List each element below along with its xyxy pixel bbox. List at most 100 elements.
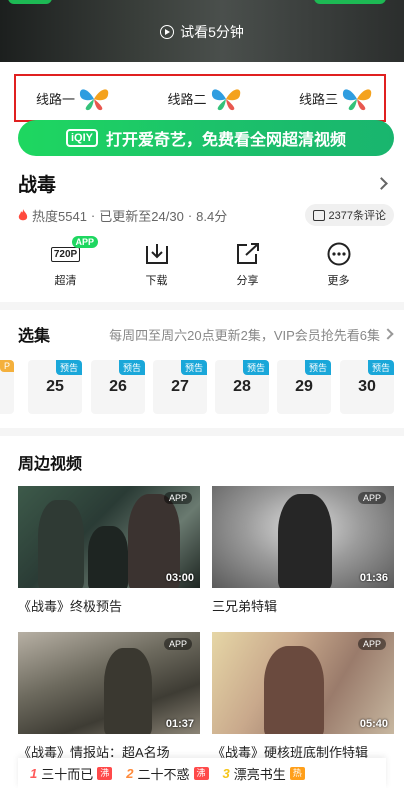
show-title: 战毒	[18, 175, 57, 196]
thumbnail-figure	[88, 526, 128, 588]
hot-label: 二十不惑	[137, 766, 190, 782]
heat-value: 热度5541	[32, 208, 87, 224]
hot-rank: 3	[222, 765, 230, 781]
episode-item[interactable]: 预告 25	[28, 360, 82, 414]
hot-rank: 2	[126, 765, 134, 781]
update-status: 已更新至24/30	[99, 208, 184, 224]
show-meta: 热度5541 · 已更新至24/30 · 8.4分 2377条评论	[18, 204, 394, 226]
episode-badge: 预告	[304, 360, 331, 375]
open-app-button[interactable]	[314, 0, 386, 4]
action-label: 下载	[145, 275, 168, 287]
episode-number: 30	[358, 378, 376, 395]
butterfly-icon	[342, 89, 372, 111]
app-badge: APP	[357, 492, 386, 504]
video-thumbnail: APP 01:36	[212, 486, 394, 588]
meta-separator: ·	[187, 207, 193, 223]
episode-badge: 预告	[118, 360, 145, 375]
episodes-note-text: 每周四至周六20点更新2集，VIP会员抢先看6集	[109, 327, 380, 343]
video-card[interactable]: APP 03:00 《战毒》终极预告	[18, 486, 200, 615]
open-iqiyi-banner[interactable]: iQIY 打开爱奇艺，免费看全网超清视频	[18, 120, 394, 156]
line-option-2[interactable]: 线路二	[167, 85, 242, 111]
hot-search-bar: 1 三十而已 沸 2 二十不惑 沸 3 漂亮书生 热	[18, 758, 386, 788]
app-badge: APP	[163, 638, 192, 650]
episode-number: 26	[109, 378, 127, 395]
episode-item[interactable]: 预告 29	[277, 360, 331, 414]
more-button[interactable]: 更多	[309, 242, 369, 292]
line-label: 线路二	[167, 91, 207, 107]
iqiyi-logo-icon: iQIY	[65, 129, 98, 147]
section-divider	[0, 428, 404, 436]
meta-separator: ·	[90, 207, 96, 223]
episode-badge: 预告	[180, 360, 207, 375]
thumbnail-figure	[38, 500, 84, 588]
more-icon	[327, 242, 350, 266]
episodes-update-note: 每周四至周六20点更新2集，VIP会员抢先看6集	[109, 325, 394, 344]
show-title-row[interactable]: 战毒	[18, 170, 392, 197]
play-icon	[160, 25, 175, 39]
episode-item[interactable]: 预告 30	[340, 360, 394, 414]
app-badge: APP	[357, 638, 386, 650]
episode-item-partial[interactable]: P	[0, 360, 14, 414]
episode-badge: P	[0, 360, 14, 372]
episodes-header[interactable]: 选集 每周四至周六20点更新2集，VIP会员抢先看6集	[18, 322, 394, 346]
episode-badge: 预告	[55, 360, 82, 375]
episode-number: 27	[171, 378, 189, 395]
hot-search-item[interactable]: 1 三十而已 沸	[30, 764, 113, 783]
comments-count: 2377条评论	[328, 210, 386, 222]
butterfly-icon	[79, 89, 109, 111]
episodes-title: 选集	[18, 328, 51, 345]
hot-tag: 沸	[193, 766, 209, 780]
line-label: 线路三	[298, 91, 338, 107]
episode-item[interactable]: 预告 27	[153, 360, 207, 414]
video-duration: 01:36	[359, 572, 388, 584]
episode-badge: 预告	[242, 360, 269, 375]
episode-badge: 预告	[367, 360, 394, 375]
hot-label: 漂亮书生	[233, 766, 286, 782]
video-card[interactable]: APP 01:37 《战毒》情报站：超A名场	[18, 632, 200, 761]
quality-button[interactable]: 720P APP 超清	[36, 236, 99, 292]
hot-rank: 1	[30, 765, 38, 781]
video-duration: 03:00	[165, 572, 194, 584]
thumbnail-figure	[278, 494, 332, 588]
video-duration: 05:40	[359, 718, 388, 730]
related-videos-title: 周边视频	[18, 456, 83, 473]
thumbnail-figure	[104, 648, 152, 734]
episode-item[interactable]: 预告 26	[91, 360, 145, 414]
line-label: 线路一	[36, 91, 76, 107]
line-selector: 线路一 线路二 线路三	[14, 74, 386, 122]
video-card[interactable]: APP 05:40 《战毒》硬核班底制作特辑	[212, 632, 394, 761]
action-label: 分享	[236, 275, 259, 287]
rating: 8.4分	[196, 208, 228, 224]
butterfly-icon	[211, 89, 240, 111]
video-player[interactable]: 试看5分钟	[0, 0, 404, 62]
back-button[interactable]	[8, 0, 52, 4]
episode-list[interactable]: P 预告 25 预告 26 预告 27 预告 28 预告 29 预告 30	[0, 360, 404, 416]
chevron-right-icon	[382, 328, 394, 340]
video-duration: 01:37	[165, 718, 194, 730]
comments-button[interactable]: 2377条评论	[304, 204, 394, 226]
trial-text: 试看5分钟	[180, 24, 244, 40]
thumbnail-figure	[264, 646, 324, 734]
share-button[interactable]: 分享	[218, 242, 278, 292]
section-divider	[0, 302, 404, 310]
video-title: 三兄弟特辑	[212, 599, 278, 614]
action-bar: 720P APP 超清 下载 分享 更多	[0, 236, 404, 292]
download-button[interactable]: 下载	[127, 242, 187, 292]
app-badge: APP	[163, 492, 192, 504]
banner-text: 打开爱奇艺，免费看全网超清视频	[106, 132, 347, 149]
chevron-right-icon	[375, 177, 388, 190]
comment-icon	[312, 209, 325, 221]
app-badge: APP	[71, 236, 99, 248]
trial-notice[interactable]: 试看5分钟	[0, 22, 404, 42]
episode-number: 25	[46, 378, 64, 395]
action-label: 超清	[54, 275, 77, 287]
episode-number: 29	[295, 378, 313, 395]
line-option-1[interactable]: 线路一	[36, 85, 111, 111]
hot-search-item[interactable]: 2 二十不惑 沸	[126, 764, 209, 783]
video-title: 《战毒》终极预告	[18, 599, 123, 614]
hd-icon-text: 720P	[50, 246, 81, 262]
hot-search-item[interactable]: 3 漂亮书生 热	[223, 764, 305, 783]
video-card[interactable]: APP 01:36 三兄弟特辑	[212, 486, 394, 615]
episode-item[interactable]: 预告 28	[215, 360, 269, 414]
line-option-3[interactable]: 线路三	[299, 85, 374, 111]
